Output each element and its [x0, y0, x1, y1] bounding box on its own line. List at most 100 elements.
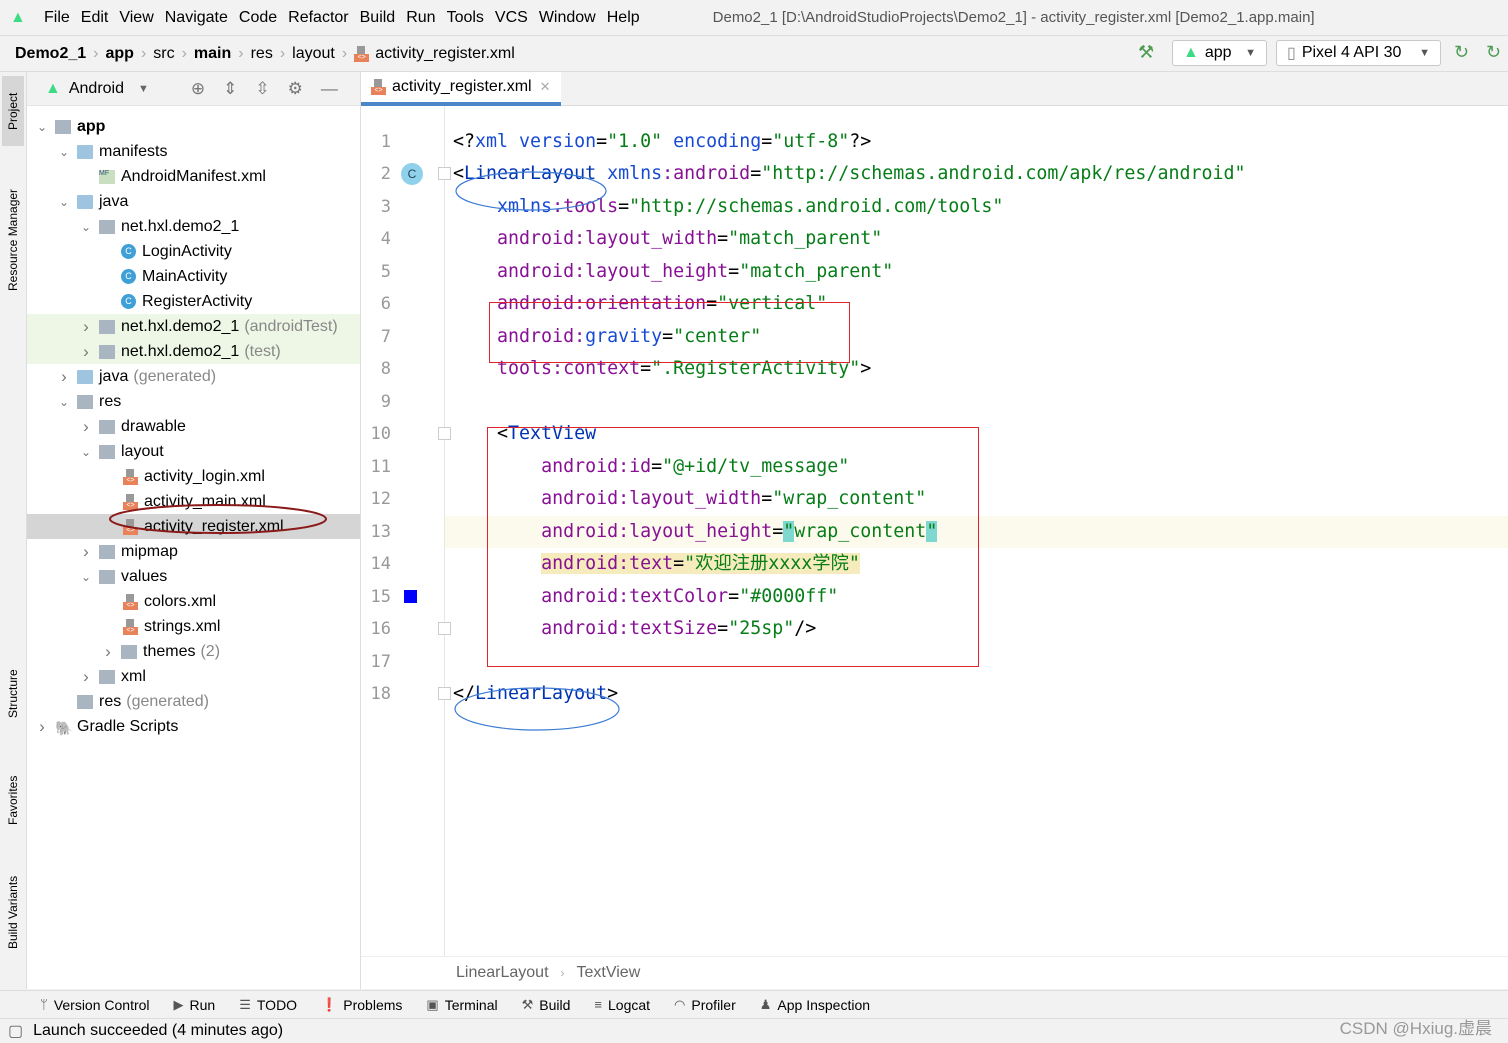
menu-vcs[interactable]: VCS [495, 9, 528, 27]
status-toggle-icon[interactable]: ▢ [8, 1021, 23, 1041]
breadcrumb-item[interactable]: activity_register.xml [354, 45, 515, 63]
code-token: > [860, 358, 872, 380]
menu-navigate[interactable]: Navigate [165, 9, 228, 27]
breadcrumb-label: res [250, 44, 273, 62]
menu-build[interactable]: Build [360, 9, 396, 27]
chevron-right-icon[interactable]: › [35, 717, 49, 737]
tool-window-terminal[interactable]: ▣ Terminal [426, 997, 497, 1013]
tree-item[interactable]: activity_login.xml [27, 464, 360, 489]
tree-item[interactable]: › net.hxl.demo2_1 (androidTest) [27, 314, 360, 339]
expand-all-icon[interactable]: ⇕ [223, 79, 237, 99]
code-line[interactable]: android:layout_height="match_parent" [445, 256, 1508, 288]
menu-code[interactable]: Code [239, 9, 277, 27]
hide-panel-icon[interactable]: — [321, 79, 338, 99]
menu-view[interactable]: View [119, 9, 153, 27]
tab-activity-register[interactable]: activity_register.xml ✕ [361, 72, 561, 106]
tree-item[interactable]: ⌄ layout [27, 439, 360, 464]
tree-item[interactable]: ⌄ java [27, 189, 360, 214]
menu-file[interactable]: File [44, 9, 70, 27]
locate-file-icon[interactable]: ⊕ [191, 79, 205, 99]
chevron-right-icon[interactable]: › [79, 317, 93, 337]
breadcrumb-linearlayout[interactable]: LinearLayout [456, 964, 549, 982]
apply-changes-restart-icon[interactable]: ↻ [1454, 42, 1469, 63]
device-select[interactable]: ▯ Pixel 4 API 30 ▼ [1276, 40, 1441, 66]
chevron-down-icon[interactable]: ⌄ [79, 220, 93, 234]
project-tool-tab[interactable]: Project [2, 76, 24, 146]
chevron-down-icon[interactable]: ⌄ [57, 195, 71, 209]
breadcrumb-item[interactable]: res › [251, 45, 293, 63]
class-gutter-icon[interactable]: C [401, 163, 423, 186]
tree-item[interactable]: ⌄ manifests [27, 139, 360, 164]
tree-item[interactable]: › 🐘 Gradle Scripts [27, 714, 360, 739]
build-variants-tool-tab[interactable]: Build Variants [2, 864, 24, 960]
tool-window-problems[interactable]: ❗ Problems [321, 997, 402, 1013]
chevron-down-icon[interactable]: ⌄ [57, 395, 71, 409]
breadcrumb-item[interactable]: app › [105, 45, 153, 63]
breadcrumb-item[interactable]: src › [153, 45, 194, 63]
tool-window-app-inspection[interactable]: ♟ App Inspection [760, 997, 870, 1013]
tree-item[interactable]: › themes (2) [27, 639, 360, 664]
collapse-all-icon[interactable]: ⇳ [255, 79, 269, 99]
menu-edit[interactable]: Edit [81, 9, 109, 27]
code-line[interactable] [445, 386, 1508, 418]
tree-item[interactable]: › xml [27, 664, 360, 689]
tool-window-build[interactable]: ⚒ Build [522, 997, 571, 1013]
tree-item[interactable]: MF AndroidManifest.xml [27, 164, 360, 189]
chevron-right-icon[interactable]: › [101, 642, 115, 662]
favorites-tool-tab[interactable]: Favorites [2, 760, 24, 840]
tree-item[interactable]: ⌄ net.hxl.demo2_1 [27, 214, 360, 239]
gear-icon[interactable]: ⚙ [288, 79, 303, 99]
menu-tools[interactable]: Tools [447, 9, 484, 27]
tree-item[interactable]: › java (generated) [27, 364, 360, 389]
tree-item[interactable]: colors.xml [27, 589, 360, 614]
tool-window-profiler[interactable]: ◠ Profiler [674, 997, 736, 1013]
chevron-right-icon[interactable]: › [79, 542, 93, 562]
breadcrumb-item[interactable]: layout › [292, 45, 354, 63]
tree-item[interactable]: › net.hxl.demo2_1 (test) [27, 339, 360, 364]
menu-run[interactable]: Run [406, 9, 435, 27]
tree-item[interactable]: C RegisterActivity [27, 289, 360, 314]
tree-item[interactable]: strings.xml [27, 614, 360, 639]
menu-help[interactable]: Help [607, 9, 640, 27]
chevron-right-icon[interactable]: › [57, 367, 71, 387]
tool-window-logcat[interactable]: ≡ Logcat [594, 997, 650, 1013]
tree-item[interactable]: › mipmap [27, 539, 360, 564]
breadcrumb-item[interactable]: Demo2_1 › [15, 45, 105, 63]
menu-window[interactable]: Window [539, 9, 596, 27]
chevron-down-icon[interactable]: ▼ [138, 83, 149, 95]
project-view-select[interactable]: Android [69, 80, 124, 98]
chevron-down-icon[interactable]: ⌄ [35, 120, 49, 134]
structure-tool-tab[interactable]: Structure [2, 654, 24, 734]
build-hammer-icon[interactable]: ⚒ [1138, 42, 1154, 63]
chevron-right-icon[interactable]: › [79, 342, 93, 362]
chevron-down-icon[interactable]: ⌄ [57, 145, 71, 159]
tree-item[interactable]: ⌄ app [27, 114, 360, 139]
breadcrumb-item[interactable]: main › [194, 45, 251, 63]
breadcrumb-textview[interactable]: TextView [577, 964, 641, 982]
tree-item[interactable]: C MainActivity [27, 264, 360, 289]
tree-item[interactable]: ⌄ res [27, 389, 360, 414]
tool-window-run[interactable]: ▶ Run [174, 997, 216, 1013]
line-number: 6 [380, 294, 391, 315]
chevron-right-icon[interactable]: › [79, 667, 93, 687]
tool-window-todo[interactable]: ☰ TODO [239, 997, 297, 1013]
resource-manager-tool-tab[interactable]: Resource Manager [2, 170, 24, 310]
tree-item[interactable]: C LoginActivity [27, 239, 360, 264]
tree-item[interactable]: › drawable [27, 414, 360, 439]
menu-refactor[interactable]: Refactor [288, 9, 348, 27]
code-token: "http://schemas.android.com/apk/res/andr… [761, 163, 1246, 185]
code-line[interactable]: <?xml version="1.0" encoding="utf-8"?> [445, 126, 1508, 158]
color-swatch-icon[interactable] [404, 589, 417, 603]
tree-item[interactable]: res (generated) [27, 689, 360, 714]
chevron-down-icon[interactable]: ⌄ [79, 445, 93, 459]
apply-code-changes-icon[interactable]: ↻ [1486, 42, 1501, 63]
chevron-down-icon[interactable]: ⌄ [79, 570, 93, 584]
close-icon[interactable]: ✕ [540, 79, 551, 95]
tool-window-version-control[interactable]: ᛘ Version Control [40, 997, 150, 1013]
run-config-select[interactable]: ▲ app ▼ [1172, 40, 1267, 66]
code-line[interactable]: android:layout_width="match_parent" [445, 223, 1508, 255]
tool-window-label: Run [189, 996, 216, 1013]
tree-item[interactable]: ⌄ values [27, 564, 360, 589]
problems-icon: ❗ [321, 996, 338, 1012]
chevron-right-icon[interactable]: › [79, 417, 93, 437]
